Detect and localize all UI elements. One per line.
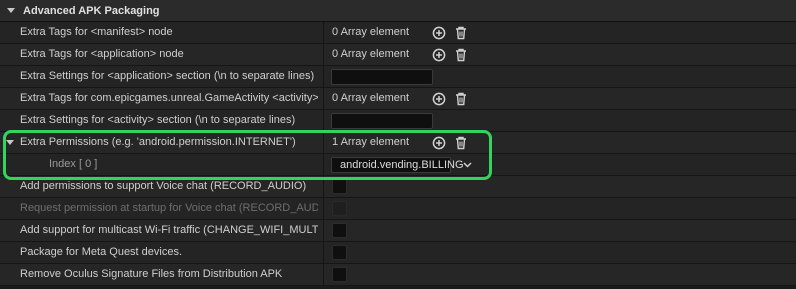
property-label: Package for Meta Quest devices. <box>20 246 183 258</box>
column-divider[interactable] <box>323 132 324 153</box>
row-voice-chat-startup: Request permission at startup for Voice … <box>0 198 796 220</box>
column-divider[interactable] <box>323 110 324 131</box>
row-extra-tags-manifest: Extra Tags for <manifest> node 0 Array e… <box>0 22 796 44</box>
property-list: Extra Tags for <manifest> node 0 Array e… <box>0 22 796 286</box>
add-element-icon[interactable] <box>432 26 446 40</box>
property-label: Extra Tags for <application> node <box>20 48 184 60</box>
property-label: Extra Tags for <manifest> node <box>20 26 173 38</box>
section-title: Advanced APK Packaging <box>23 4 160 17</box>
add-element-icon[interactable] <box>432 136 446 150</box>
row-remove-oculus-signature: Remove Oculus Signature Files from Distr… <box>0 264 796 286</box>
voice-chat-startup-checkbox <box>332 201 347 216</box>
multicast-wifi-checkbox[interactable] <box>332 223 347 238</box>
application-settings-input[interactable] <box>331 69 433 85</box>
row-extra-settings-activity: Extra Settings for <activity> section (\… <box>0 110 796 132</box>
column-divider[interactable] <box>323 242 324 263</box>
chevron-down-icon[interactable] <box>463 160 472 169</box>
row-meta-quest: Package for Meta Quest devices. <box>0 242 796 264</box>
array-count: 0 Array element <box>332 48 410 60</box>
section-header-advanced-apk-packaging[interactable]: Advanced APK Packaging <box>0 0 796 22</box>
property-label: Extra Tags for com.epicgames.unreal.Game… <box>20 92 318 104</box>
property-label: Extra Settings for <activity> section (\… <box>20 114 296 126</box>
property-label: Remove Oculus Signature Files from Distr… <box>20 268 283 280</box>
column-divider[interactable] <box>323 22 324 43</box>
row-extra-tags-application: Extra Tags for <application> node 0 Arra… <box>0 44 796 66</box>
property-label: Extra Settings for <application> section… <box>20 70 315 82</box>
array-count: 1 Array element <box>332 136 410 148</box>
collapse-caret-icon[interactable] <box>7 8 15 13</box>
column-divider[interactable] <box>323 220 324 241</box>
column-divider[interactable] <box>323 44 324 65</box>
row-extra-settings-application: Extra Settings for <application> section… <box>0 66 796 88</box>
delete-all-icon[interactable] <box>454 48 468 62</box>
meta-quest-checkbox[interactable] <box>332 245 347 260</box>
property-label: Extra Permissions (e.g. 'android.permiss… <box>20 136 296 148</box>
activity-settings-input[interactable] <box>331 113 433 129</box>
add-element-icon[interactable] <box>432 48 446 62</box>
column-divider[interactable] <box>323 264 324 285</box>
array-index-label: Index [ 0 ] <box>49 158 98 170</box>
property-label: Request permission at startup for Voice … <box>20 202 318 214</box>
delete-all-icon[interactable] <box>454 26 468 40</box>
column-divider[interactable] <box>323 176 324 197</box>
row-extra-tags-gameactivity: Extra Tags for com.epicgames.unreal.Game… <box>0 88 796 110</box>
array-count: 0 Array element <box>332 92 410 104</box>
row-multicast-wifi: Add support for multicast Wi-Fi traffic … <box>0 220 796 242</box>
voice-chat-checkbox[interactable] <box>332 179 347 194</box>
column-divider[interactable] <box>323 66 324 87</box>
row-permission-index-0: Index [ 0 ] android.vending.BILLING <box>0 154 796 176</box>
row-voice-chat-permission: Add permissions to support Voice chat (R… <box>0 176 796 198</box>
column-divider[interactable] <box>323 198 324 219</box>
array-count: 0 Array element <box>332 26 410 38</box>
delete-all-icon[interactable] <box>454 136 468 150</box>
column-divider[interactable] <box>323 88 324 109</box>
add-element-icon[interactable] <box>432 92 446 106</box>
property-label: Add support for multicast Wi-Fi traffic … <box>20 224 318 236</box>
row-extra-permissions: Extra Permissions (e.g. 'android.permiss… <box>0 132 796 154</box>
delete-all-icon[interactable] <box>454 92 468 106</box>
remove-oculus-signature-checkbox[interactable] <box>332 267 347 282</box>
column-divider[interactable] <box>323 154 324 175</box>
property-label: Add permissions to support Voice chat (R… <box>20 180 307 192</box>
expand-caret-icon[interactable] <box>6 140 14 145</box>
permission-value-input[interactable]: android.vending.BILLING <box>331 157 464 173</box>
